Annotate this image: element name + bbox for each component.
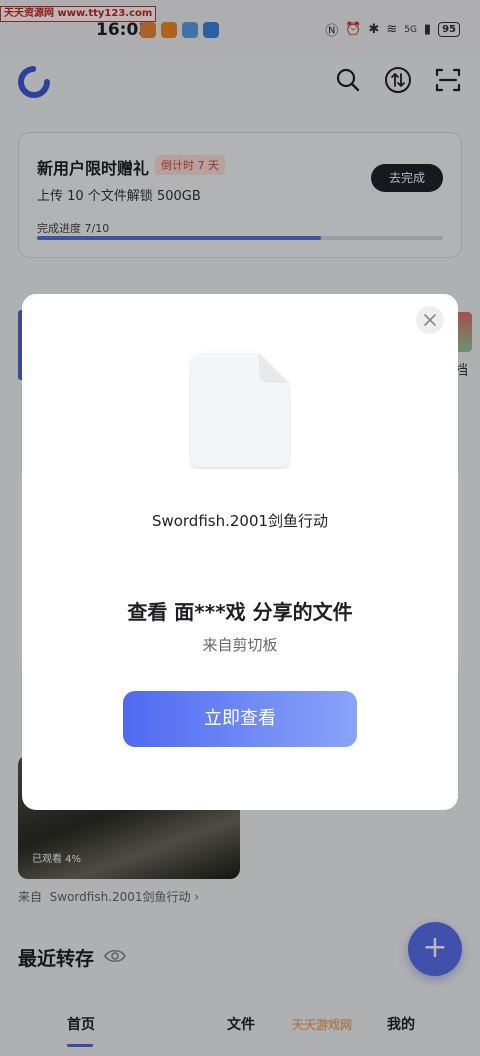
share-title: 查看 面***戏 分享的文件 (127, 600, 353, 624)
view-now-button[interactable]: 立即查看 (123, 691, 357, 747)
share-file-dialog: Swordfish.2001剑鱼行动 查看 面***戏 分享的文件 来自剪切板 … (22, 294, 458, 810)
close-button[interactable] (416, 306, 444, 334)
close-icon (424, 314, 436, 326)
file-name: Swordfish.2001剑鱼行动 (151, 512, 329, 530)
share-source: 来自剪切板 (202, 636, 278, 654)
file-icon (191, 353, 289, 467)
